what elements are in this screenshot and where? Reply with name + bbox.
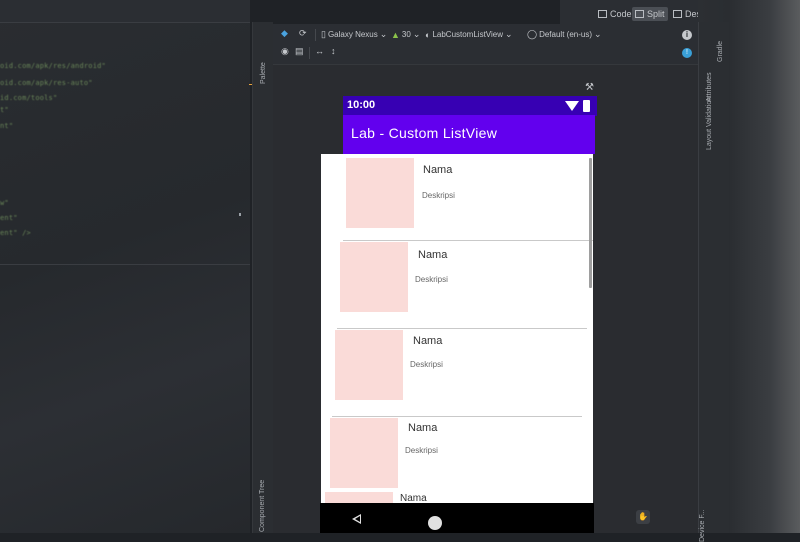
gradle-tab[interactable]: Gradle (717, 41, 724, 62)
layers-icon[interactable]: ▤ (295, 46, 304, 57)
orientation-icon[interactable]: ⟳ (299, 28, 307, 39)
item-description: Deskripsi (422, 191, 455, 200)
item-thumbnail (340, 242, 408, 312)
item-title: Nama (413, 335, 443, 347)
app-title: Lab - Custom ListView (351, 125, 498, 141)
vertical-resize-icon[interactable]: ↕ (331, 46, 336, 56)
globe-icon: ◯ (527, 29, 538, 39)
item-title: Nama (418, 249, 448, 261)
item-description: Deskripsi (405, 446, 438, 455)
chevron-down-icon: ⌄ (505, 29, 513, 39)
code-line: oid.com/apk/res-auto" (0, 79, 93, 87)
horizontal-resize-icon[interactable]: ↔ (315, 46, 324, 56)
navigation-bar (320, 503, 594, 533)
palette-tab[interactable]: Palette (260, 62, 267, 84)
split-mode-button[interactable]: Split (632, 7, 668, 21)
right-side-panel: Layout Validation Attributes Gradle Devi… (698, 0, 800, 542)
editor-divider (0, 264, 250, 265)
chevron-down-icon: ⌄ (412, 29, 421, 39)
item-thumbnail (335, 330, 403, 400)
code-line: id.com/tools" (0, 94, 58, 102)
code-line: ent" (0, 214, 18, 222)
item-thumbnail (346, 158, 414, 228)
back-icon-inner (355, 516, 360, 522)
editor-tab-strip (0, 0, 250, 23)
editor-divider (0, 22, 250, 23)
design-surface-icon[interactable]: ◆ (281, 28, 288, 39)
phone-preview[interactable]: 10:00 Lab - Custom ListView Nama Deskrip… (320, 96, 597, 533)
status-bar: 10:00 (343, 96, 597, 116)
device-label: Galaxy Nexus (327, 30, 378, 39)
locale-selector[interactable]: ◯ Default (en-us) ⌄ (527, 29, 602, 40)
list-item[interactable]: Nama Deskripsi (343, 154, 593, 241)
component-tree-tab[interactable]: Component Tree (259, 480, 266, 532)
list-scrollbar[interactable] (589, 158, 592, 288)
locale-label: Default (en-us) (539, 30, 592, 39)
code-line: w" (0, 199, 9, 207)
api-selector[interactable]: ▲ 30 ⌄ (391, 29, 420, 40)
chevron-down-icon: ⌄ (594, 29, 602, 39)
item-description: Deskripsi (410, 360, 443, 369)
theme-icon: ◐ (425, 29, 431, 40)
battery-icon (583, 100, 590, 112)
code-mode-label: Code (610, 9, 632, 19)
api-label: 30 (401, 30, 411, 39)
theme-selector[interactable]: ◐ LabCustomListView ⌄ (425, 29, 513, 40)
layout-validation-tab[interactable]: Layout Validation (706, 97, 713, 150)
home-icon[interactable] (428, 516, 442, 530)
device-selector[interactable]: ▯ Galaxy Nexus ⌄ (321, 29, 387, 40)
warnings-icon[interactable]: ! (682, 48, 692, 58)
code-mode-button[interactable]: Code (595, 7, 635, 21)
code-editor[interactable]: oid.com/apk/res/android" oid.com/apk/res… (0, 0, 250, 533)
item-description: Deskripsi (415, 275, 448, 284)
info-icon[interactable]: i (682, 30, 692, 40)
theme-label: LabCustomListView (432, 30, 503, 39)
attributes-tab[interactable]: Attributes (706, 72, 713, 102)
right-tool-strip: Layout Validation Attributes Gradle Devi… (698, 22, 729, 542)
code-icon (598, 10, 607, 18)
code-line: nt" (0, 122, 14, 130)
item-title: Nama (423, 164, 453, 176)
text-caret (239, 213, 241, 216)
status-time: 10:00 (347, 99, 376, 111)
wrench-icon: ⚒ (585, 82, 594, 93)
list-item[interactable]: Nama Deskripsi (337, 242, 587, 329)
list-item[interactable]: Nama Deskripsi (332, 330, 582, 417)
palette-panel-strip[interactable]: Palette Component Tree (252, 22, 273, 533)
split-mode-label: Split (647, 9, 665, 19)
code-line: t" (0, 106, 9, 114)
split-icon (635, 10, 644, 18)
item-thumbnail (330, 418, 398, 488)
design-icon (673, 10, 682, 18)
code-line: ent" /> (0, 229, 31, 237)
device-file-tab[interactable]: Device F... (699, 509, 706, 542)
pan-zoom-icon[interactable]: ✋ (636, 510, 650, 524)
designer-toolbar: ◆ ⟳ ▯ Galaxy Nexus ⌄ ▲ 30 ⌄ ◐ LabCustomL… (273, 24, 698, 65)
code-line: oid.com/apk/res/android" (0, 62, 106, 70)
item-title: Nama (408, 422, 438, 434)
app-bar: Lab - Custom ListView (343, 115, 595, 154)
android-icon: ▲ (391, 29, 400, 40)
wifi-icon (565, 101, 579, 111)
eye-icon[interactable]: ◉ (281, 46, 289, 57)
list-view[interactable]: Nama Deskripsi Nama Deskripsi Nama Deskr… (321, 154, 593, 505)
chevron-down-icon: ⌄ (379, 29, 388, 39)
phone-icon: ▯ (321, 29, 326, 39)
